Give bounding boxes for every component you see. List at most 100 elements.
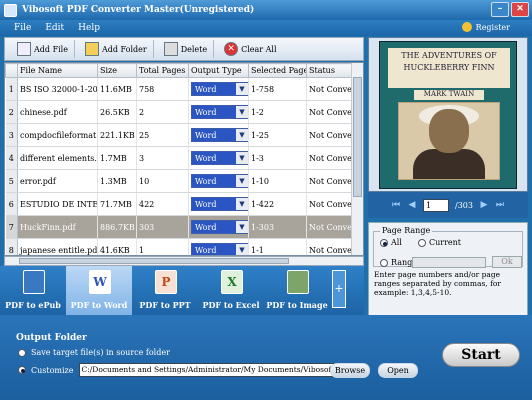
selected-page-cell[interactable]: 1-2 [248, 100, 307, 124]
chevron-down-icon[interactable]: ▼ [236, 175, 248, 187]
radio-current-indicator[interactable] [418, 238, 426, 247]
selected-page-cell[interactable]: 1-3 [248, 146, 307, 170]
output-type-select[interactable]: Word ▼ [191, 243, 248, 255]
table-row[interactable]: 3 compdocfileformat.p 221.1KB 25 Word ▼ 1-25 No… [5, 123, 354, 147]
browse-button[interactable]: Browse [330, 363, 370, 378]
menu-help[interactable]: Help [78, 23, 100, 33]
table-row[interactable]: 5error.pdf1.3MB10 Word ▼1-10Not Converte [5, 169, 354, 193]
pdf-to-word-button[interactable]: PDF to Word [66, 266, 132, 315]
selected-page-cell[interactable]: 1-758 [248, 77, 307, 101]
header-output-type[interactable]: Output Type [188, 63, 249, 78]
range-input[interactable] [412, 257, 486, 268]
header-total-pages[interactable]: Total Pages [136, 63, 189, 78]
size-cell: 886.7KB [97, 215, 137, 239]
total-pages-cell: 303 [136, 215, 189, 239]
pdf-to-epub-button[interactable]: PDF to ePub [0, 266, 66, 315]
table-row[interactable]: 6ESTUDIO DE INTEGRAC71.7MB422 Word ▼1-422N… [5, 192, 354, 216]
selected-page-cell[interactable]: 1-1 [248, 238, 307, 255]
add-folder-button[interactable]: Add Folder [79, 40, 154, 58]
table-row[interactable]: 4 different elements.p 1.7MB 3 Word ▼ 1-3 Not C… [5, 146, 354, 170]
output-type-select[interactable]: Word ▼ [191, 197, 248, 211]
save-source-option[interactable]: Save target file(s) in source folder [18, 348, 170, 357]
output-type-select[interactable]: Word ▼ [191, 151, 248, 165]
minimize-button[interactable]: – [491, 2, 509, 17]
output-type-select[interactable]: Word ▼ [191, 128, 248, 142]
file-name-cell: different elements.p [17, 146, 98, 170]
radio-current-label: Current [429, 238, 462, 247]
header-selected-page[interactable]: Selected Page [248, 63, 307, 78]
page-number-input[interactable]: 1 [423, 198, 450, 212]
row-number: 7 [5, 215, 18, 239]
selected-page-cell[interactable]: 1-10 [248, 169, 307, 193]
book-cover-preview: THE ADVENTURES OF HUCKLEBERRY FINN MARK … [379, 41, 517, 189]
pdf-to-epub-label: PDF to ePub [5, 300, 61, 310]
menu-file[interactable]: File [14, 23, 31, 33]
output-type-cell: Word ▼ [188, 123, 249, 147]
table-row[interactable]: 8 japanese entitle.pd 41.6KB 1 Word ▼ 1-1 Not C… [5, 238, 354, 255]
radio-all-indicator[interactable] [380, 238, 388, 247]
pdf-to-word-label: PDF to Word [70, 300, 128, 310]
chevron-down-icon[interactable]: ▼ [236, 106, 248, 118]
chevron-down-icon[interactable]: ▼ [236, 221, 248, 233]
menu-edit[interactable]: Edit [45, 23, 64, 33]
chevron-down-icon[interactable]: ▼ [236, 244, 248, 255]
chevron-down-icon[interactable]: ▼ [236, 83, 248, 95]
open-button[interactable]: Open [378, 363, 418, 378]
first-page-icon[interactable]: ⏮ [391, 200, 401, 210]
register-link[interactable]: Register [461, 22, 510, 32]
selected-page-cell[interactable]: 1-422 [248, 192, 307, 216]
radio-range-indicator[interactable] [380, 258, 388, 267]
output-type-select[interactable]: Word ▼ [191, 105, 248, 119]
last-page-icon[interactable]: ⏭ [495, 200, 505, 210]
pdf-to-ppt-label: PDF to PPT [139, 300, 191, 310]
clear-all-button[interactable]: ✕ Clear All [218, 40, 282, 58]
header-index [5, 63, 18, 78]
folder-icon [84, 42, 99, 56]
table-row[interactable]: 2chinese.pdf26.5KB2Word▼1-2Not Converte [5, 100, 354, 124]
hscroll-thumb[interactable] [19, 258, 289, 264]
delete-button[interactable]: Delete [158, 40, 215, 58]
pdf-to-ppt-button[interactable]: PDF to PPT [132, 266, 198, 315]
output-type-value: Word [195, 199, 217, 209]
selected-page-cell[interactable]: 1-303 [248, 215, 307, 239]
file-name-cell: chinese.pdf [17, 100, 98, 124]
pdf-to-image-button[interactable]: PDF to Image [264, 266, 330, 315]
start-button[interactable]: Start [442, 343, 520, 367]
ok-button[interactable]: Ok [492, 256, 522, 268]
header-status[interactable]: Status [306, 63, 354, 78]
table-vertical-scrollbar[interactable] [351, 63, 363, 255]
close-button[interactable]: ✕ [511, 2, 529, 17]
header-size[interactable]: Size [97, 63, 137, 78]
save-source-radio[interactable] [18, 348, 26, 357]
output-type-select[interactable]: Word ▼ [191, 82, 248, 96]
size-cell: 71.7MB [97, 192, 137, 216]
output-type-value: Word [195, 153, 217, 163]
total-pages-cell: 25 [136, 123, 189, 147]
radio-current[interactable]: Current [418, 238, 461, 247]
total-pages-cell: 2 [136, 100, 189, 124]
add-file-button[interactable]: Add File [11, 40, 75, 58]
selected-page-cell[interactable]: 1-25 [248, 123, 307, 147]
output-type-select[interactable]: Word ▼ [191, 220, 248, 234]
row-number: 2 [5, 100, 18, 124]
table-row[interactable]: 7 HuckFinn.pdf 886.7KB 303 Word ▼ 1-303 Not Con… [5, 215, 354, 239]
next-page-icon[interactable]: ▶ [479, 200, 489, 210]
customize-radio[interactable] [18, 366, 26, 374]
prev-page-icon[interactable]: ◀ [407, 200, 417, 210]
chevron-down-icon[interactable]: ▼ [236, 198, 248, 210]
output-type-cell: Word ▼ [188, 238, 249, 255]
table-row[interactable]: 1BS ISO 32000-1-200811.6MB758 Word ▼1-758N… [5, 77, 354, 101]
output-type-select[interactable]: Word ▼ [191, 174, 248, 188]
delete-label: Delete [180, 44, 208, 54]
menu-bar: File Edit Help [0, 20, 532, 36]
chevron-down-icon[interactable]: ▼ [236, 152, 248, 164]
chevron-down-icon[interactable]: ▼ [236, 129, 248, 141]
radio-all[interactable]: All [380, 238, 402, 247]
output-path-field[interactable]: C:/Documents and Settings/Administrator/… [78, 363, 352, 377]
page-total: /303 [455, 200, 473, 210]
table-horizontal-scrollbar[interactable] [4, 256, 364, 266]
pdf-to-excel-button[interactable]: PDF to Excel [198, 266, 264, 315]
add-converter-icon[interactable]: + [332, 270, 346, 308]
scroll-thumb[interactable] [353, 77, 362, 197]
header-file-name[interactable]: File Name [17, 63, 98, 78]
